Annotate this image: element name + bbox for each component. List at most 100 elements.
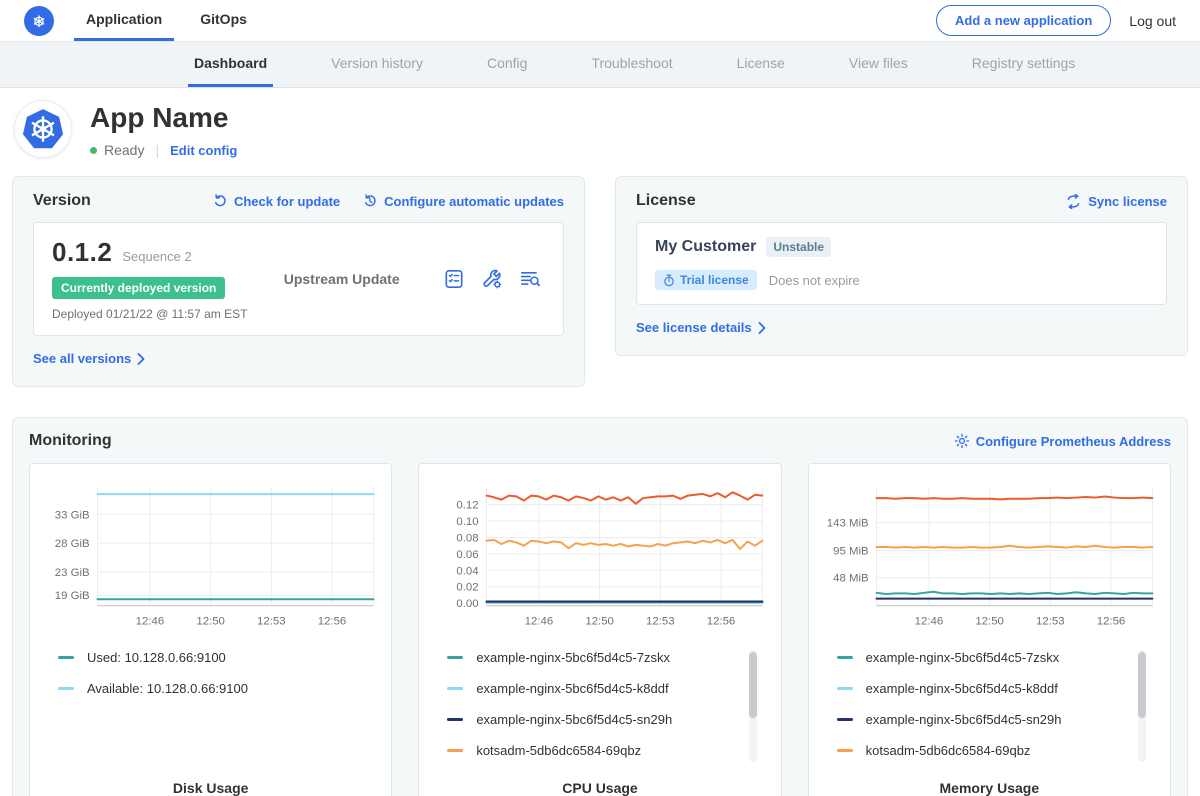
- memory-usage-chart: 48 MiB95 MiB143 MiB12:4612:5012:5312:56: [819, 478, 1160, 636]
- deploy-logs-icon[interactable]: [519, 268, 541, 290]
- app-avatar: [14, 100, 72, 158]
- disk-usage-legend: Used: 10.128.0.66:9100 Available: 10.128…: [58, 650, 381, 770]
- license-card: License Sync license My Customer Unstabl…: [615, 176, 1188, 356]
- sync-license-label: Sync license: [1088, 194, 1167, 209]
- monitoring-title: Monitoring: [29, 432, 112, 450]
- configure-prometheus-label: Configure Prometheus Address: [976, 434, 1171, 449]
- divider: |: [155, 142, 159, 158]
- svg-text:33 GiB: 33 GiB: [55, 509, 90, 521]
- tab-view-files[interactable]: View files: [843, 42, 914, 87]
- tab-version-history[interactable]: Version history: [325, 42, 429, 87]
- app-sub-nav: Dashboard Version history Config Trouble…: [0, 42, 1200, 88]
- sequence-label: Sequence 2: [122, 249, 191, 264]
- svg-text:12:46: 12:46: [525, 615, 554, 627]
- license-card-title: License: [636, 192, 696, 210]
- legend-scrollbar[interactable]: [1138, 650, 1146, 762]
- gear-icon: [954, 433, 970, 449]
- legend-swatch: [447, 749, 463, 752]
- cpu-usage-chart: 0.000.020.040.060.080.100.1212:4612:5012…: [429, 478, 770, 636]
- see-all-versions-link[interactable]: See all versions: [33, 351, 145, 366]
- legend-item: example-nginx-5bc6f5d4c5-sn29h: [837, 712, 1160, 727]
- legend-swatch: [447, 656, 463, 659]
- release-notes-icon[interactable]: [443, 268, 465, 290]
- svg-text:12:56: 12:56: [1096, 615, 1125, 627]
- configure-automatic-updates-link[interactable]: Configure automatic updates: [362, 193, 564, 209]
- legend-item: kotsadm-5db6dc6584-69qbz: [447, 743, 770, 758]
- disk-usage-chart: 19 GiB23 GiB28 GiB33 GiB12:4612:5012:531…: [40, 478, 381, 636]
- expiry-label: Does not expire: [769, 273, 860, 288]
- check-for-update-label: Check for update: [234, 194, 340, 209]
- page-title: App Name: [90, 102, 237, 134]
- stopwatch-icon: [663, 274, 675, 287]
- svg-text:23 GiB: 23 GiB: [55, 567, 90, 579]
- trial-license-badge: Trial license: [655, 270, 757, 290]
- edit-config-link[interactable]: Edit config: [170, 143, 237, 158]
- tab-registry-settings[interactable]: Registry settings: [966, 42, 1081, 87]
- memory-usage-chart-card: 48 MiB95 MiB143 MiB12:4612:5012:5312:56 …: [808, 463, 1171, 796]
- legend-label: example-nginx-5bc6f5d4c5-7zskx: [476, 650, 670, 665]
- kubernetes-app-icon: [21, 107, 65, 151]
- tab-config[interactable]: Config: [481, 42, 533, 87]
- legend-label: example-nginx-5bc6f5d4c5-sn29h: [866, 712, 1062, 727]
- customer-name: My Customer: [655, 238, 756, 256]
- legend-label: example-nginx-5bc6f5d4c5-k8ddf: [866, 681, 1058, 696]
- top-nav: Application GitOps Add a new application…: [0, 0, 1200, 42]
- current-version-box: 0.1.2 Sequence 2 Currently deployed vers…: [33, 222, 564, 336]
- tab-troubleshoot[interactable]: Troubleshoot: [585, 42, 678, 87]
- legend-swatch: [837, 687, 853, 690]
- tab-dashboard[interactable]: Dashboard: [188, 42, 273, 87]
- version-number: 0.1.2: [52, 237, 112, 268]
- legend-scrollbar[interactable]: [749, 650, 757, 762]
- sync-license-link[interactable]: Sync license: [1065, 194, 1167, 209]
- see-license-details-link[interactable]: See license details: [636, 320, 766, 335]
- legend-scrollbar-thumb[interactable]: [749, 652, 757, 718]
- legend-swatch: [58, 656, 74, 659]
- legend-item: example-nginx-5bc6f5d4c5-7zskx: [447, 650, 770, 665]
- clock-refresh-icon: [362, 193, 378, 209]
- legend-item: Used: 10.128.0.66:9100: [58, 650, 381, 665]
- logout-button[interactable]: Log out: [1129, 13, 1176, 29]
- legend-item: kotsadm-5db6dc6584-69qbz: [837, 743, 1160, 758]
- see-license-details-label: See license details: [636, 320, 752, 335]
- svg-text:0.08: 0.08: [457, 532, 479, 544]
- legend-label: example-nginx-5bc6f5d4c5-7zskx: [866, 650, 1060, 665]
- svg-text:12:53: 12:53: [1036, 615, 1065, 627]
- topnav-tab-gitops[interactable]: GitOps: [188, 0, 259, 41]
- legend-scrollbar-thumb[interactable]: [1138, 652, 1146, 718]
- svg-text:12:53: 12:53: [646, 615, 675, 627]
- svg-text:12:46: 12:46: [136, 615, 165, 627]
- svg-text:12:53: 12:53: [257, 615, 286, 627]
- legend-swatch: [447, 687, 463, 690]
- tab-license[interactable]: License: [731, 42, 791, 87]
- chevron-right-icon: [137, 353, 145, 365]
- svg-text:48 MiB: 48 MiB: [833, 573, 869, 585]
- topnav-tab-application[interactable]: Application: [74, 0, 174, 41]
- cpu-usage-chart-title: CPU Usage: [429, 780, 770, 796]
- monitoring-section: Monitoring Configure Prom: [12, 417, 1188, 796]
- trial-license-label: Trial license: [680, 273, 749, 287]
- see-all-versions-label: See all versions: [33, 351, 131, 366]
- sync-arrows-icon: [1065, 194, 1082, 209]
- cpu-usage-chart-card: 0.000.020.040.060.080.100.1212:4612:5012…: [418, 463, 781, 796]
- legend-swatch: [58, 687, 74, 690]
- svg-text:95 MiB: 95 MiB: [833, 545, 869, 557]
- deployed-status-badge: Currently deployed version: [52, 277, 225, 299]
- channel-badge: Unstable: [766, 237, 831, 257]
- memory-usage-legend: example-nginx-5bc6f5d4c5-7zskx example-n…: [837, 650, 1160, 770]
- kubernetes-logo: [24, 0, 54, 41]
- add-application-button[interactable]: Add a new application: [936, 5, 1111, 36]
- svg-text:0.00: 0.00: [457, 598, 479, 610]
- legend-label: kotsadm-5db6dc6584-69qbz: [476, 743, 641, 758]
- svg-text:0.10: 0.10: [457, 516, 479, 528]
- config-wrench-icon[interactable]: [481, 268, 503, 290]
- disk-usage-chart-title: Disk Usage: [40, 780, 381, 796]
- configure-prometheus-link[interactable]: Configure Prometheus Address: [954, 433, 1171, 449]
- version-card: Version Check for update Configure au: [12, 176, 585, 387]
- check-for-update-link[interactable]: Check for update: [212, 193, 340, 209]
- disk-usage-chart-card: 19 GiB23 GiB28 GiB33 GiB12:4612:5012:531…: [29, 463, 392, 796]
- svg-text:12:50: 12:50: [586, 615, 615, 627]
- svg-text:12:46: 12:46: [914, 615, 943, 627]
- app-header: App Name Ready | Edit config: [0, 88, 1200, 172]
- legend-swatch: [837, 749, 853, 752]
- legend-swatch: [447, 718, 463, 721]
